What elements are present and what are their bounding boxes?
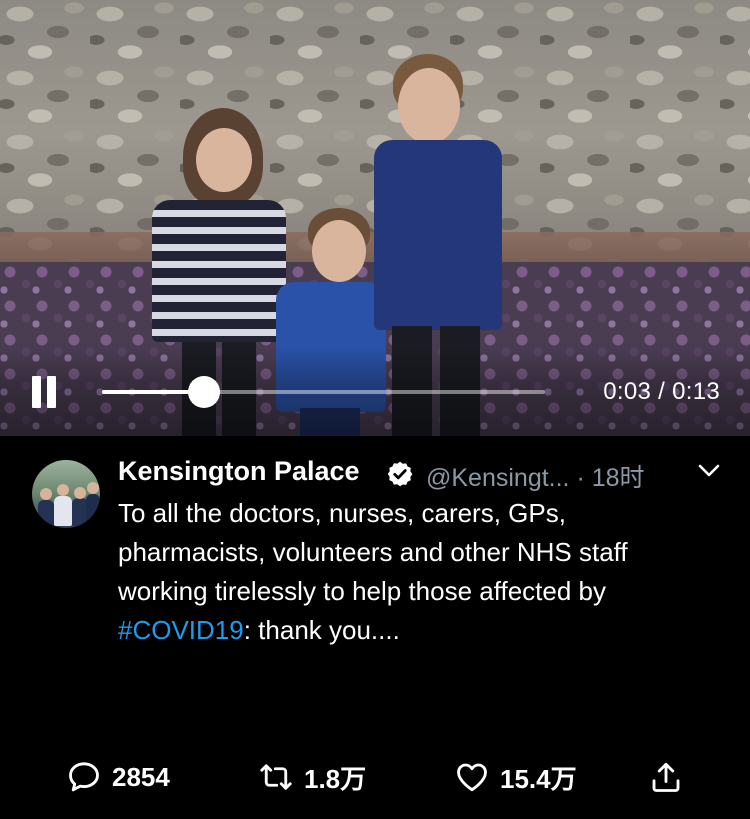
separator-dot: · — [576, 464, 585, 492]
chevron-down-icon[interactable] — [698, 462, 720, 480]
video-scrubber[interactable] — [102, 376, 545, 408]
tweet-handle-line: @Kensingt... · 18时 — [426, 458, 645, 494]
like-count: 15.4万 — [500, 763, 577, 794]
tweet-author-handle[interactable]: @Kensingt... — [426, 464, 570, 492]
video-scrubber-handle[interactable] — [187, 376, 220, 408]
reply-icon — [69, 762, 99, 792]
reply-count: 2854 — [112, 761, 170, 792]
pause-icon[interactable] — [30, 376, 58, 408]
heart-icon — [457, 763, 487, 792]
tweet-author-name[interactable]: Kensington Palace — [118, 456, 360, 487]
like-button[interactable]: 15.4万 — [454, 752, 577, 802]
tweet-text-body: To all the doctors, nurses, carers, GPs,… — [118, 498, 628, 606]
tweet-action-bar: 2854 1.8万 15.4万 — [0, 752, 750, 802]
video-controls: 0:03 / 0:13 — [0, 346, 750, 436]
reply-button[interactable]: 2854 — [66, 752, 170, 802]
retweet-icon — [260, 764, 292, 790]
retweet-button[interactable]: 1.8万 — [258, 752, 366, 802]
verified-badge-icon — [387, 461, 413, 487]
tweet-text: To all the doctors, nurses, carers, GPs,… — [118, 494, 718, 650]
video-player[interactable]: 0:03 / 0:13 — [0, 0, 750, 436]
share-icon — [652, 762, 680, 792]
retweet-count: 1.8万 — [304, 763, 367, 794]
tweet-timestamp[interactable]: 18时 — [592, 464, 645, 492]
tweet-text-tail: : thank you.... — [243, 615, 400, 645]
video-time-display: 0:03 / 0:13 — [603, 378, 720, 405]
avatar[interactable] — [32, 460, 100, 528]
hashtag-link[interactable]: #COVID19 — [118, 615, 244, 645]
share-button[interactable] — [648, 752, 684, 802]
